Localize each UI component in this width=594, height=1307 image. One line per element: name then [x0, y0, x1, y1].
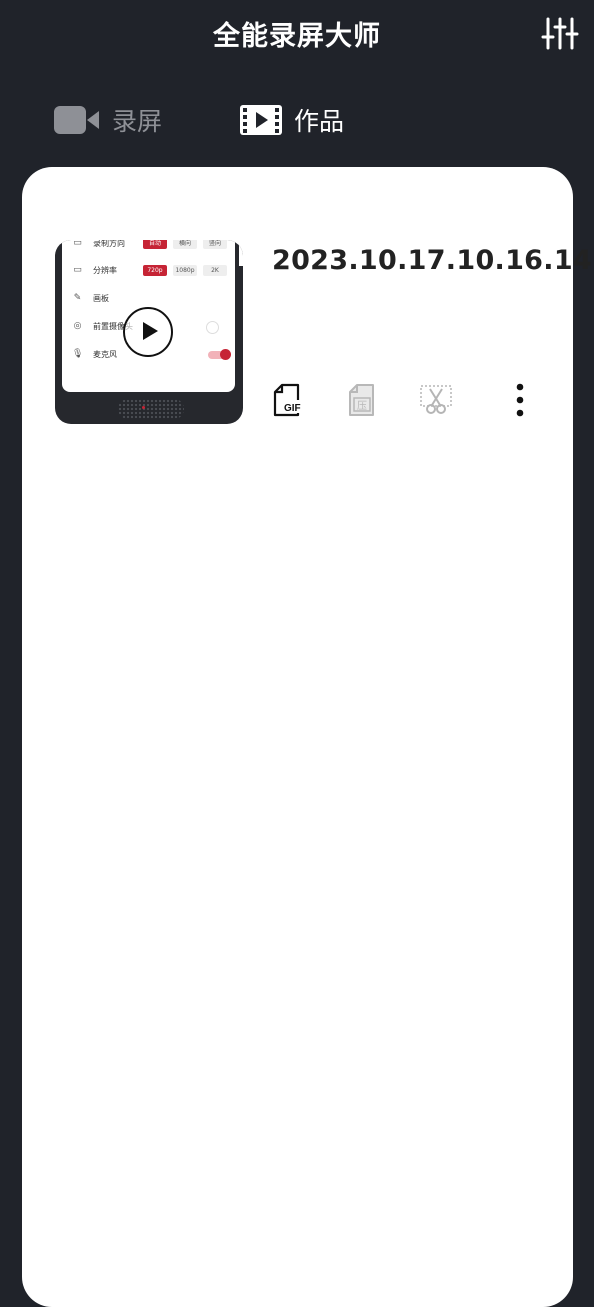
settings-button[interactable] — [540, 14, 580, 54]
sliders-icon — [541, 17, 579, 50]
thumb-toggle-on — [208, 349, 231, 360]
compress-icon: 压 — [349, 384, 374, 416]
chip: 1080p — [173, 265, 197, 276]
tab-record[interactable]: 录屏 — [54, 90, 162, 150]
tab-works[interactable]: 作品 — [240, 90, 344, 150]
compress-button[interactable]: 压 — [347, 383, 377, 421]
svg-text:GIF: GIF — [284, 403, 301, 414]
thumb-toggle-off — [206, 321, 219, 334]
thumb-row-resolution: ▭ 分辨率 — [73, 264, 117, 275]
thumb-row-orientation: ▭ 录制方向 — [72, 240, 125, 252]
thumb-row-brush: ✎ 画板 — [73, 292, 109, 303]
orientation-icon: ▭ — [73, 240, 82, 248]
more-options-button[interactable] — [514, 381, 526, 423]
trim-icon — [420, 385, 452, 414]
tab-bar: 录屏 作品 — [0, 90, 594, 150]
app-header: 全能录屏大师 — [0, 0, 594, 70]
chip: 2K — [203, 265, 227, 276]
speaker-grille — [118, 399, 184, 419]
film-strip-icon — [240, 105, 282, 135]
tab-works-label: 作品 — [294, 107, 345, 136]
svg-text:压: 压 — [357, 400, 367, 412]
work-title: 2023.10.17.10.16.14 — [272, 245, 592, 276]
monitor-icon: ▭ — [73, 264, 82, 275]
thumb-row-mic: 🎙 麦克风 — [72, 348, 117, 359]
video-camera-icon — [54, 106, 99, 134]
tab-record-label: 录屏 — [112, 107, 163, 136]
convert-gif-icon: GIF — [273, 383, 302, 417]
works-panel: ▭ 录制方向 自动 横向 竖向 ▭ 分辨率 720p 1080p 2K ✎ 画板 — [22, 167, 592, 1307]
more-vertical-icon — [516, 383, 524, 417]
chip: 720p — [143, 265, 167, 276]
video-thumbnail[interactable]: ▭ 录制方向 自动 横向 竖向 ▭ 分辨率 720p 1080p 2K ✎ 画板 — [55, 240, 243, 424]
play-icon[interactable] — [123, 307, 173, 357]
microphone-icon: 🎙 — [72, 348, 84, 359]
indicator-led — [142, 406, 145, 409]
thumb-edge — [239, 240, 243, 266]
convert-gif-button[interactable]: GIF — [272, 383, 302, 421]
chip: 自动 — [143, 240, 167, 249]
webcam-icon: ◎ — [73, 320, 82, 331]
chip: 竖向 — [203, 240, 227, 249]
brush-icon: ✎ — [73, 292, 82, 303]
app-title: 全能录屏大师 — [213, 21, 381, 52]
chip: 横向 — [173, 240, 197, 249]
trim-button[interactable] — [419, 383, 453, 421]
